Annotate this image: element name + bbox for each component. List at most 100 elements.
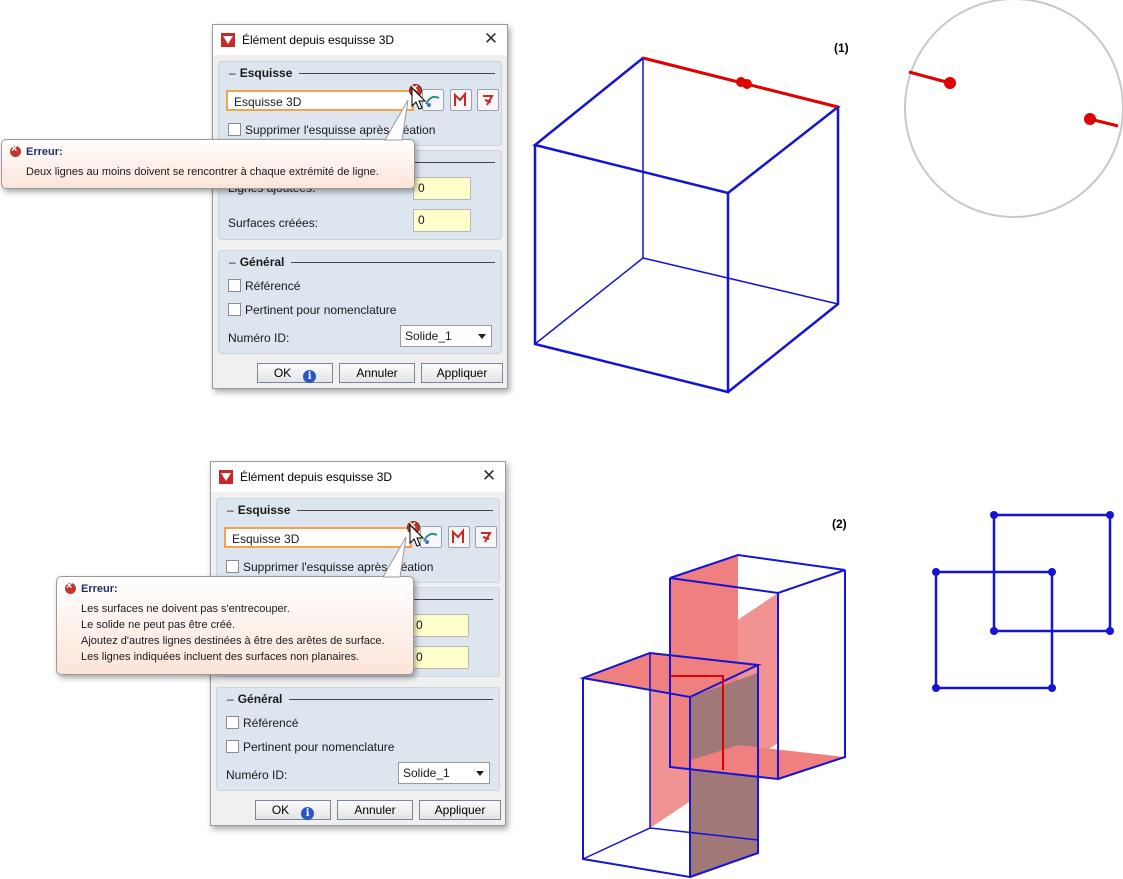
text-tool-button[interactable] (475, 526, 497, 548)
id-select[interactable]: Solide_1 (400, 325, 492, 347)
referenced-checkbox[interactable]: Référencé (226, 716, 298, 730)
error-icon (10, 143, 21, 157)
delete-sketch-checkbox[interactable]: Supprimer l'esquisse après création (226, 560, 433, 574)
pick-sketch-icon (425, 95, 440, 107)
pick-sketch-button[interactable] (422, 89, 444, 111)
sketch-input[interactable]: Esquisse 3D (224, 527, 412, 548)
close-icon[interactable]: ✕ (481, 467, 497, 484)
square-vertices (932, 511, 1114, 692)
dialog-titlebar[interactable]: Élément depuis esquisse 3D ✕ (213, 25, 507, 55)
checkbox[interactable] (228, 279, 241, 292)
sketch-input[interactable]: Esquisse 3D (226, 90, 414, 111)
close-icon[interactable]: ✕ (483, 30, 499, 47)
dialog-title: Élément depuis esquisse 3D (240, 470, 393, 484)
id-select-value: Solide_1 (403, 766, 450, 780)
delete-sketch-checkbox[interactable]: Supprimer l'esquisse après création (228, 123, 435, 137)
bom-relevant-label: Pertinent pour nomenclature (243, 740, 395, 754)
error-title: Erreur: (81, 583, 118, 595)
ok-button[interactable]: OK i (255, 800, 331, 820)
cube-wireframe-view (532, 0, 1123, 879)
cube-front-edges (533, 145, 730, 394)
error-tooltip-2: Erreur: Les surfaces ne doivent pas s'en… (56, 576, 414, 675)
section-sketch-title: Esquisse (237, 503, 291, 517)
sketch-tool-icon (454, 91, 466, 106)
tooltip-pointer (382, 86, 427, 578)
apply-button[interactable]: Appliquer (421, 363, 503, 383)
cancel-button[interactable]: Annuler (339, 363, 415, 383)
dialog-element-from-sketch-1: Élément depuis esquisse 3D ✕ – Esquisse E… (212, 24, 508, 389)
error-message: Deux lignes au moins doivent se rencontr… (26, 166, 379, 178)
info-icon: i (303, 370, 317, 383)
error-icon (65, 580, 76, 594)
zoom-detail-circle (904, 0, 1123, 218)
error-message-line: Les lignes indiquées incluent des surfac… (81, 651, 360, 663)
error-icon (409, 81, 422, 97)
group-sketch: –Esquisse Esquisse 3D Supprimer l'esquis… (216, 498, 500, 583)
overlapping-squares (934, 513, 1112, 690)
cube-right-edges (727, 107, 840, 393)
group-general: – Général Référencé Pertinent pour nomenc… (216, 687, 500, 791)
checkbox[interactable] (228, 303, 241, 316)
cube-wireframe (532, 56, 841, 394)
delete-sketch-label: Supprimer l'esquisse après création (245, 123, 436, 137)
section-divider (289, 699, 493, 700)
bom-relevant-checkbox[interactable]: Pertinent pour nomenclature (226, 740, 394, 754)
dialog-titlebar[interactable]: Élément depuis esquisse 3D ✕ (211, 462, 505, 492)
error-tooltip-1: Erreur: Deux lignes au moins doivent se … (1, 139, 415, 189)
referenced-label: Référencé (245, 279, 301, 293)
error-title: Erreur: (26, 146, 63, 158)
checkbox[interactable] (226, 740, 239, 753)
app-icon (221, 33, 235, 47)
cancel-button[interactable]: Annuler (337, 800, 413, 820)
lines-added-field: 0 (413, 177, 471, 200)
id-label: Numéro ID: (226, 768, 288, 782)
referenced-label: Référencé (243, 716, 299, 730)
apply-button[interactable]: Appliquer (419, 800, 501, 820)
tooltip-pointer (384, 99, 409, 141)
dropdown-arrow-icon (476, 771, 484, 776)
surfaces-created-field: 0 (411, 646, 469, 669)
lines-added-field: 0 (411, 614, 469, 637)
id-label: Numéro ID: (228, 331, 290, 345)
error-icon (407, 518, 420, 534)
checkbox[interactable] (228, 123, 241, 136)
ok-label: OK (271, 803, 290, 817)
text-tool-button[interactable] (477, 89, 499, 111)
text-tool-icon (483, 95, 494, 106)
error-message-line: Les surfaces ne doivent pas s'entrecoupe… (81, 603, 290, 615)
dropdown-arrow-icon (478, 334, 486, 339)
text-tool-icon (481, 532, 492, 543)
checkbox[interactable] (226, 560, 239, 573)
delete-sketch-label: Supprimer l'esquisse après création (243, 560, 434, 574)
ok-button[interactable]: OK i (257, 363, 333, 383)
figure-label-2: (2) (832, 517, 847, 531)
cube-hidden-edges (534, 58, 839, 345)
bom-relevant-label: Pertinent pour nomenclature (245, 303, 397, 317)
pick-sketch-button[interactable] (420, 526, 442, 548)
info-icon: i (301, 807, 315, 820)
app-icon (219, 470, 233, 484)
section-divider (299, 73, 495, 74)
section-general-title: Général (237, 692, 283, 706)
group-sketch: –Esquisse Esquisse 3D Supprimer l'esquis… (218, 61, 502, 146)
section-divider (297, 510, 493, 511)
surfaces-created-label: Surfaces créées: (228, 216, 319, 230)
sketch-tool-button[interactable] (448, 526, 470, 548)
dialog-title: Élément depuis esquisse 3D (242, 33, 395, 47)
cube-red-edge (642, 56, 839, 109)
ok-label: OK (273, 366, 292, 380)
sketch-tool-button[interactable] (450, 89, 472, 111)
checkbox[interactable] (226, 716, 239, 729)
section-general-title: Général (239, 255, 285, 269)
referenced-checkbox[interactable]: Référencé (228, 279, 300, 293)
cube-top-face (532, 56, 841, 195)
bom-relevant-checkbox[interactable]: Pertinent pour nomenclature (228, 303, 396, 317)
id-select[interactable]: Solide_1 (398, 762, 490, 784)
surfaces-created-field: 0 (413, 209, 471, 232)
pick-sketch-icon (423, 532, 438, 544)
figure-label-1: (1) (834, 41, 849, 55)
cube-endpoint (736, 77, 746, 87)
error-message-line: Ajoutez d'autres lignes destinées à être… (81, 635, 385, 647)
group-general: – Général Référencé Pertinent pour nomenc… (218, 250, 502, 354)
sketch-tool-icon (452, 528, 464, 543)
